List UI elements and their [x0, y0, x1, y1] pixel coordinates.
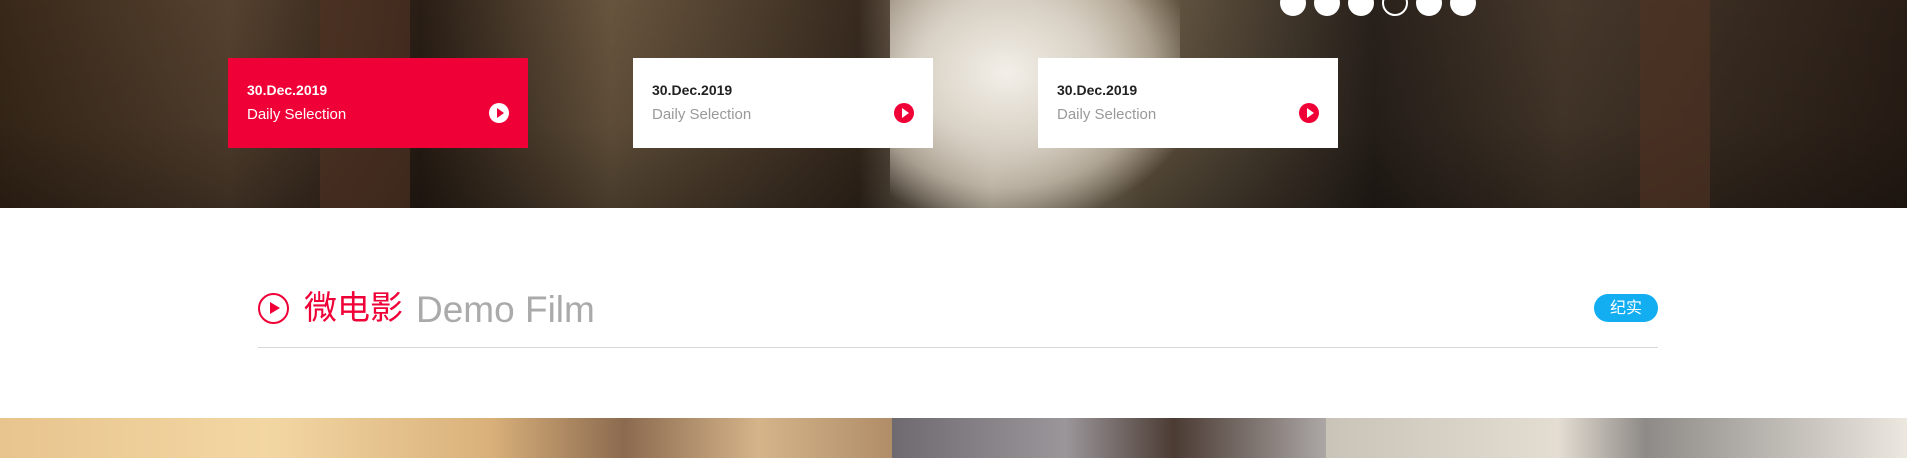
section-title-en: Demo Film [416, 289, 595, 330]
hero-banner: 30.Dec.2019 Daily Selection 30.Dec.2019 … [0, 0, 1907, 208]
play-icon[interactable] [489, 103, 509, 123]
slider-dot[interactable] [1280, 0, 1306, 16]
selection-card[interactable]: 30.Dec.2019 Daily Selection [228, 58, 528, 148]
card-label: Daily Selection [652, 106, 752, 123]
card-date: 30.Dec.2019 [652, 82, 733, 98]
selection-card[interactable]: 30.Dec.2019 Daily Selection [1038, 58, 1338, 148]
play-circle-icon [258, 293, 289, 324]
slider-dot[interactable] [1348, 0, 1374, 16]
slider-dots [1280, 0, 1476, 16]
film-thumbnail-strip [0, 418, 1907, 458]
play-icon[interactable] [894, 103, 914, 123]
card-label: Daily Selection [247, 106, 347, 123]
category-tag[interactable]: 纪实 [1594, 294, 1658, 322]
slider-dot[interactable] [1314, 0, 1340, 16]
slider-dot[interactable] [1450, 0, 1476, 16]
film-thumbnail[interactable] [0, 418, 892, 458]
film-thumbnail[interactable] [892, 418, 1326, 458]
card-label: Daily Selection [1057, 106, 1157, 123]
section-divider [258, 347, 1658, 348]
card-date: 30.Dec.2019 [247, 82, 328, 98]
film-thumbnail[interactable] [1326, 418, 1907, 458]
slider-dot-active[interactable] [1382, 0, 1408, 16]
slider-dot[interactable] [1416, 0, 1442, 16]
hero-photo-pillar [1640, 0, 1710, 208]
selection-card[interactable]: 30.Dec.2019 Daily Selection [633, 58, 933, 148]
play-icon[interactable] [1299, 103, 1319, 123]
card-date: 30.Dec.2019 [1057, 82, 1138, 98]
section-title-cn: 微电影 [304, 288, 403, 327]
